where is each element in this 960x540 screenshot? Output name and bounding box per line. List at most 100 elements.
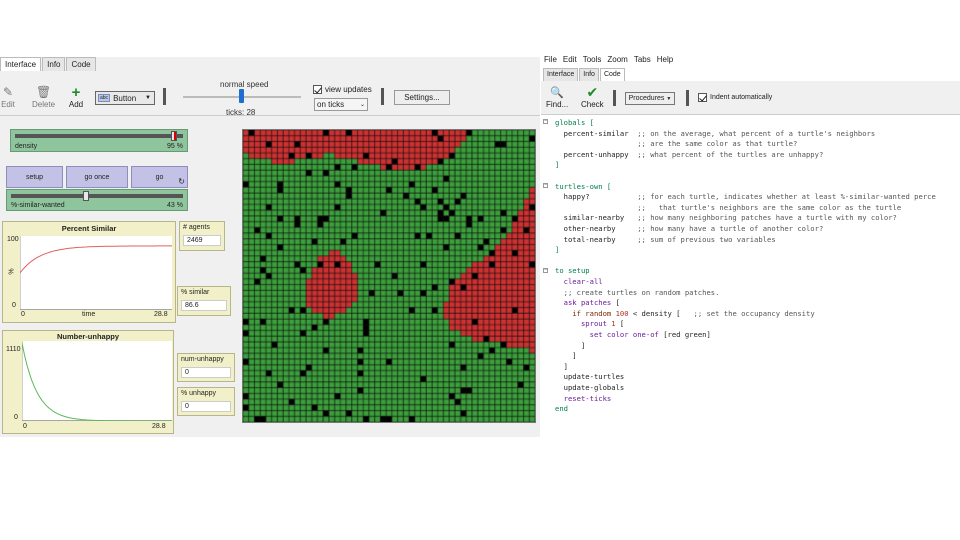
tab-interface[interactable]: Interface [543, 68, 579, 81]
right-tab-bar: Interface Info Code [543, 68, 626, 81]
code-line: update-globals [555, 383, 625, 394]
view-updates-checkbox[interactable] [313, 85, 322, 94]
plus-icon: + [71, 83, 81, 101]
code-token: set color one-of [589, 330, 659, 339]
tab-info[interactable]: Info [42, 57, 66, 71]
code-editor[interactable]: − − − globals [ percent-similar ;; on th… [541, 116, 960, 424]
edit-button[interactable]: ✎ Edit [0, 84, 16, 109]
code-token: < density [ [628, 308, 694, 318]
code-line: ;; create turtles on random patches. [555, 287, 720, 299]
settings-button[interactable]: Settings... [394, 90, 450, 105]
code-line: sprout 1 [ [555, 319, 624, 330]
delete-button[interactable]: 🗑 Delete [32, 84, 55, 109]
menu-zoom[interactable]: Zoom [607, 55, 627, 66]
menu-help[interactable]: Help [657, 55, 673, 66]
procedures-menu-button[interactable]: Procedures ▼ [625, 92, 675, 105]
menu-tools[interactable]: Tools [583, 55, 602, 66]
delete-label: Delete [32, 100, 56, 109]
tab-code[interactable]: Code [599, 68, 625, 81]
view-updates-toggle[interactable]: view updates [313, 85, 372, 94]
setup-button[interactable]: setup [6, 166, 63, 188]
menu-file[interactable]: File [544, 55, 557, 66]
check-label: Check [581, 100, 604, 109]
code-token: ;; that turtle's neighbors are the same … [555, 202, 902, 212]
code-line: ] [555, 362, 568, 373]
indent-label: Indent automatically [710, 94, 773, 101]
plot-y-max: 1110 [6, 346, 21, 353]
plot-x-label: time [82, 311, 96, 318]
code-line: percent-unhappy ;; what percent of the t… [555, 150, 824, 161]
code-token: ] [555, 245, 560, 255]
density-slider-track[interactable] [15, 134, 183, 138]
density-slider-knob[interactable] [170, 131, 177, 141]
code-token: total-nearby [555, 234, 638, 244]
code-token: [ [611, 298, 620, 308]
plot-y-min: 0 [12, 302, 16, 309]
tab-info[interactable]: Info [579, 68, 599, 81]
fold-gutter: − − − [541, 116, 549, 424]
density-slider[interactable]: density 95 % [10, 129, 188, 152]
similar-monitor-value: 86.6 [181, 300, 227, 311]
widget-type-select[interactable]: abc Button ▼ [95, 91, 155, 105]
similar-wanted-slider[interactable]: %-similar-wanted 43 % [6, 189, 188, 211]
edit-label: Edit [1, 100, 15, 109]
check-button[interactable]: ✔ Check [581, 84, 604, 110]
indent-checkbox[interactable] [698, 93, 707, 102]
plot-y-min: 0 [14, 414, 18, 421]
code-window: File Edit Tools Zoom Tabs Help Interface… [541, 52, 960, 424]
speed-slider-thumb[interactable] [239, 89, 244, 103]
go-once-button[interactable]: go once [66, 166, 128, 188]
similar-wanted-slider-knob[interactable] [83, 191, 90, 201]
fold-toggle-icon[interactable]: − [543, 119, 548, 124]
code-line: clear-all [555, 277, 603, 288]
fold-toggle-icon[interactable]: − [543, 183, 548, 188]
indent-automatically-toggle[interactable]: Indent automatically [698, 93, 772, 102]
find-button[interactable]: 🔍 Find... [546, 84, 568, 110]
button-widget-icon: abc [98, 94, 111, 102]
go-label: go [155, 173, 164, 181]
code-token: ;; create turtles on random patches. [563, 287, 720, 297]
code-token: turtles-own [ [555, 181, 612, 191]
similar-wanted-slider-track[interactable] [11, 194, 183, 198]
update-mode-select[interactable]: on ticks ⌄ [314, 98, 368, 111]
num-unhappy-monitor-label: num-unhappy [181, 356, 224, 363]
ticks-counter: ticks: 28 [226, 108, 256, 117]
percent-similar-line [20, 245, 172, 274]
code-token: to setup [555, 266, 590, 276]
menu-bar: File Edit Tools Zoom Tabs Help [541, 52, 960, 66]
plot-title: Percent Similar [61, 224, 117, 233]
pct-unhappy-monitor-value: 0 [181, 401, 231, 412]
code-token: percent-similar [555, 128, 638, 138]
add-label: Add [68, 100, 84, 109]
add-button[interactable]: + Add [68, 83, 84, 110]
code-token: ] [555, 361, 568, 371]
menu-edit[interactable]: Edit [563, 55, 577, 66]
menu-tabs[interactable]: Tabs [634, 55, 651, 66]
pct-unhappy-monitor: % unhappy 0 [177, 387, 235, 416]
code-token: reset-ticks [563, 393, 612, 403]
code-token: ] [555, 340, 586, 350]
code-token: ;; for each turtle, indicates whether at… [637, 192, 936, 202]
code-line: ] [555, 341, 585, 352]
toolbar-divider [163, 88, 166, 105]
similar-monitor: % similar 86.6 [177, 286, 231, 316]
left-tab-bar: Interface Info Code [0, 57, 540, 71]
plot-x-max: 28.8 [152, 423, 166, 430]
fold-toggle-icon[interactable]: − [543, 268, 548, 273]
plot-y-label: % [8, 268, 16, 275]
tab-code[interactable]: Code [66, 57, 96, 71]
code-token: ;; are the same color as that turtle? [555, 139, 798, 149]
code-line: happy? ;; for each turtle, indicates whe… [555, 192, 936, 203]
world-view[interactable] [242, 129, 536, 423]
pct-unhappy-monitor-label: % unhappy [181, 390, 217, 397]
code-token: ;; sum of previous two variables [637, 234, 776, 244]
go-button[interactable]: go ↻ [131, 166, 188, 188]
percent-similar-plot: Percent Similar 100 0 % 0 time 28.8 [2, 221, 176, 323]
code-line: ] [555, 351, 576, 362]
code-line: ;; that turtle's neighbors are the same … [555, 203, 901, 214]
tab-interface[interactable]: Interface [0, 57, 42, 71]
plot-title: Number-unhappy [56, 332, 120, 341]
forever-icon: ↻ [178, 177, 185, 186]
